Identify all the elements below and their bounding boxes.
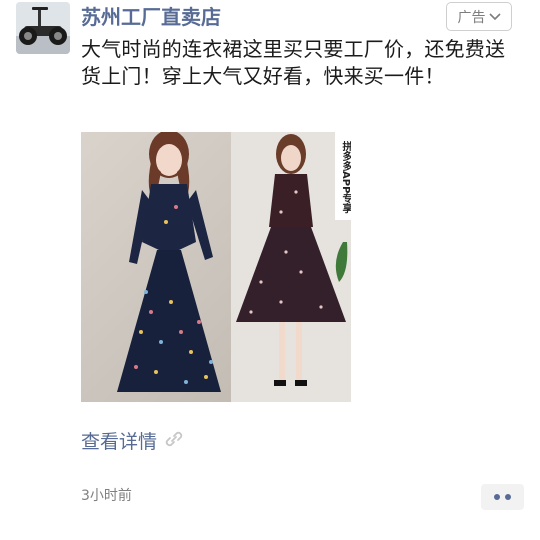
more-dots-icon — [494, 494, 500, 500]
sender-avatar[interactable] — [16, 2, 70, 54]
ad-tag-label: 广告 — [457, 9, 486, 26]
view-details-link[interactable]: 查看详情 — [81, 428, 185, 456]
chevron-down-icon — [488, 12, 501, 21]
more-options-button[interactable] — [481, 484, 524, 510]
link-icon — [163, 428, 185, 456]
more-dots-icon — [505, 494, 511, 500]
image-watermark: 拼多多APP专享 — [335, 132, 351, 220]
view-details-label: 查看详情 — [81, 431, 158, 453]
ad-image[interactable]: 拼多多APP专享 — [81, 132, 351, 402]
post-timestamp: 3小时前 — [81, 488, 132, 504]
dress-photo — [81, 132, 351, 402]
post-text: 大气时尚的连衣裙这里买只要工厂价，还免费送货上门！穿上大气又好看，快来买一件！ — [81, 37, 506, 88]
ad-tag-button[interactable]: 广告 — [446, 2, 512, 31]
sender-name[interactable]: 苏州工厂直卖店 — [81, 4, 221, 30]
scooter-avatar-icon — [16, 2, 70, 54]
